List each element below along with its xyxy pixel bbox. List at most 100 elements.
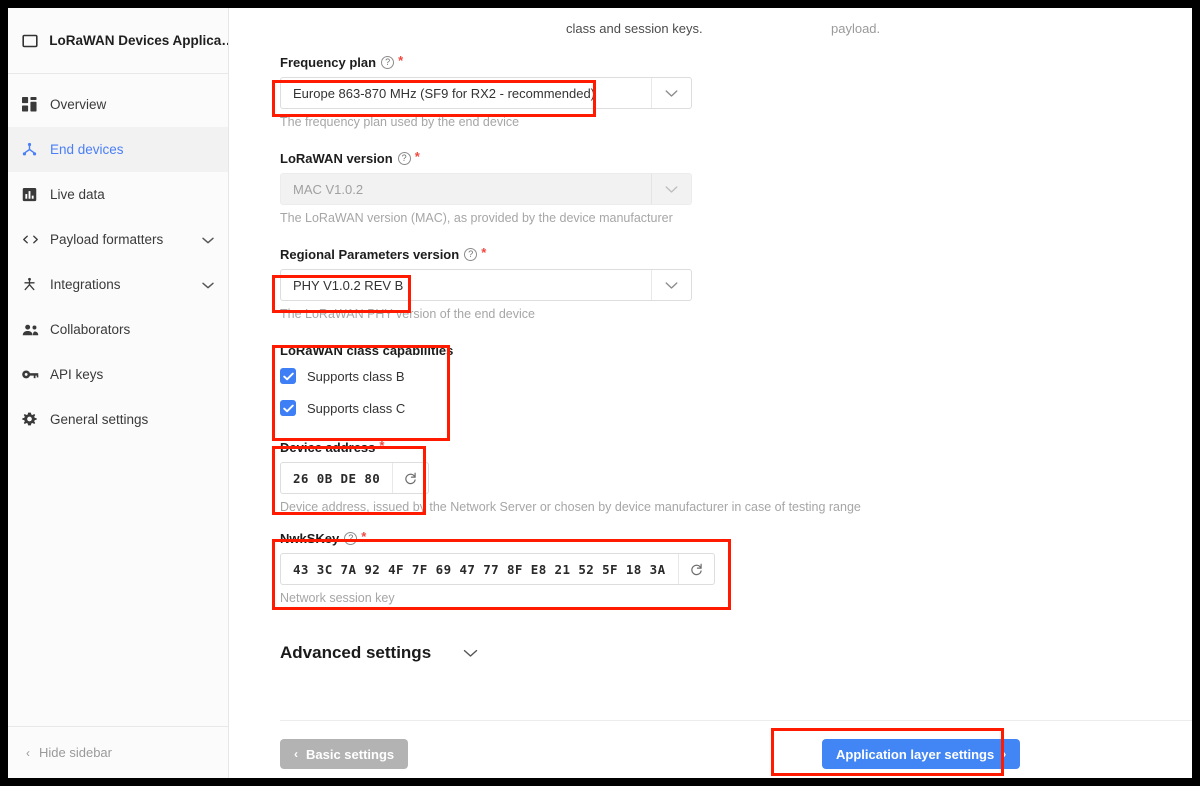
sidebar-item-label: Overview [50, 97, 107, 112]
refresh-icon[interactable] [677, 554, 714, 584]
application-header[interactable]: LoRaWAN Devices Applica… [8, 8, 228, 74]
frequency-plan-hint: The frequency plan used by the end devic… [280, 115, 520, 129]
chevron-right-icon: › [1002, 747, 1007, 761]
integrations-icon [22, 277, 46, 292]
frequency-plan-label: Frequency plan [280, 55, 377, 70]
class-capabilities-label-row: LoRaWAN class capabilities [280, 343, 980, 358]
lorawan-version-label: LoRaWAN version [280, 151, 393, 166]
device-address-input-group: 26 0B DE 80 [280, 462, 430, 494]
nwkskey-label: NwkSKey [280, 531, 340, 546]
required-marker: * [398, 53, 404, 68]
form-footer: ‹ Basic settings Application layer setti… [280, 720, 1192, 778]
required-marker: * [414, 149, 420, 164]
chevron-down-icon[interactable] [463, 648, 478, 658]
nwkskey-input-group: 43 3C 7A 92 4F 7F 69 47 77 8F E8 21 52 5… [280, 553, 715, 585]
device-address-input[interactable]: 26 0B DE 80 [281, 463, 392, 493]
advanced-settings-label: Advanced settings [280, 643, 432, 662]
checkbox-checked-icon [280, 368, 296, 384]
help-icon[interactable]: ? [464, 248, 478, 261]
lorawan-version-hint: The LoRaWAN version (MAC), as provided b… [280, 211, 673, 225]
frequency-plan-label-row: Frequency plan ? * [280, 53, 980, 70]
sidebar-item-integrations[interactable]: Integrations [8, 262, 228, 307]
refresh-icon[interactable] [392, 463, 428, 493]
sidebar-nav: Overview End devices Live data Payload f… [8, 74, 228, 442]
sidebar-item-collaborators[interactable]: Collaborators [8, 307, 228, 352]
bar-chart-icon [22, 187, 46, 202]
chevron-down-icon[interactable] [651, 270, 691, 300]
checkbox-label: Supports class B [307, 368, 405, 384]
device-address-label-row: Device address * [280, 438, 980, 455]
chevron-left-icon: ‹ [26, 745, 30, 760]
sidebar-item-payload-formatters[interactable]: Payload formatters [8, 217, 228, 262]
help-icon[interactable]: ? [344, 532, 358, 545]
nwkskey-hint: Network session key [280, 591, 395, 605]
regional-parameters-label: Regional Parameters version [280, 247, 460, 262]
checkbox-checked-icon [280, 400, 296, 416]
field-lorawan-version: LoRaWAN version ? * MAC V1.0.2 The LoRaW… [280, 149, 980, 225]
sidebar-item-label: End devices [50, 142, 124, 157]
sidebar-item-overview[interactable]: Overview [8, 82, 228, 127]
lorawan-version-value: MAC V1.0.2 [293, 181, 364, 197]
frequency-plan-value: Europe 863-870 MHz (SF9 for RX2 - recomm… [293, 85, 596, 101]
help-icon[interactable]: ? [397, 152, 411, 165]
application-layer-settings-label: Application layer settings [836, 746, 995, 762]
basic-settings-label: Basic settings [306, 746, 395, 762]
advanced-settings-toggle[interactable]: Advanced settings [280, 643, 980, 663]
class-capabilities-label: LoRaWAN class capabilities [280, 343, 454, 358]
nwkskey-label-row: NwkSKey ? * [280, 529, 980, 546]
app-window: LoRaWAN Devices Applica… Overview End de… [8, 8, 1192, 778]
main-content: class and session keys. payload. Frequen… [229, 8, 1192, 778]
hide-sidebar-label: Hide sidebar [39, 745, 112, 760]
sidebar-item-api-keys[interactable]: API keys [8, 352, 228, 397]
help-icon[interactable]: ? [381, 56, 395, 69]
key-icon [22, 368, 46, 381]
sidebar-item-label: General settings [50, 412, 149, 427]
device-address-label: Device address [280, 440, 376, 455]
people-icon [22, 323, 46, 337]
sidebar-item-label: Collaborators [50, 322, 131, 337]
sidebar-item-label: Live data [50, 187, 105, 202]
sidebar-item-end-devices[interactable]: End devices [8, 127, 228, 172]
sidebar-item-general-settings[interactable]: General settings [8, 397, 228, 442]
field-nwkskey: NwkSKey ? * 43 3C 7A 92 4F 7F 69 47 77 8… [280, 529, 980, 605]
required-marker: * [361, 529, 367, 544]
field-device-address: Device address * 26 0B DE 80 Device addr… [280, 438, 980, 514]
scrolled-text-left: class and session keys. [566, 21, 703, 36]
lorawan-version-label-row: LoRaWAN version ? * [280, 149, 980, 166]
scrolled-text-right: payload. [831, 21, 881, 36]
nwkskey-input[interactable]: 43 3C 7A 92 4F 7F 69 47 77 8F E8 21 52 5… [281, 554, 678, 584]
lorawan-version-select: MAC V1.0.2 [280, 173, 692, 205]
grid-icon [22, 97, 46, 112]
sidebar: LoRaWAN Devices Applica… Overview End de… [8, 8, 229, 778]
gear-icon [22, 412, 46, 427]
chevron-down-icon[interactable] [202, 277, 214, 292]
chevron-left-icon: ‹ [294, 747, 298, 761]
checkbox-supports-class-b[interactable]: Supports class B [280, 362, 980, 390]
frequency-plan-select[interactable]: Europe 863-870 MHz (SF9 for RX2 - recomm… [280, 77, 692, 109]
field-class-capabilities: LoRaWAN class capabilities Supports clas… [280, 343, 980, 422]
checkbox-label: Supports class C [307, 400, 406, 416]
application-title: LoRaWAN Devices Applica… [49, 33, 228, 48]
regional-parameters-select[interactable]: PHY V1.0.2 REV B [280, 269, 692, 301]
application-layer-settings-button[interactable]: Application layer settings › [822, 739, 1021, 769]
sidebar-item-label: API keys [50, 367, 104, 382]
sidebar-item-live-data[interactable]: Live data [8, 172, 228, 217]
device-tree-icon [22, 142, 46, 157]
required-marker: * [481, 245, 487, 260]
basic-settings-button[interactable]: ‹ Basic settings [280, 739, 409, 769]
device-address-hint: Device address, issued by the Network Se… [280, 500, 861, 514]
sidebar-item-label: Payload formatters [50, 232, 164, 247]
required-marker: * [379, 438, 385, 453]
hide-sidebar-button[interactable]: ‹ Hide sidebar [8, 726, 228, 778]
chevron-down-icon[interactable] [202, 232, 214, 247]
checkbox-supports-class-c[interactable]: Supports class C [280, 394, 980, 422]
end-device-network-layer-form: Frequency plan ? * Europe 863-870 MHz (S… [280, 53, 980, 663]
sidebar-item-label: Integrations [50, 277, 121, 292]
chevron-down-icon[interactable] [651, 78, 691, 108]
field-regional-parameters: Regional Parameters version ? * PHY V1.0… [280, 245, 980, 321]
regional-parameters-hint: The LoRaWAN PHY version of the end devic… [280, 307, 535, 321]
regional-parameters-label-row: Regional Parameters version ? * [280, 245, 980, 262]
window-icon [22, 33, 43, 49]
regional-parameters-value: PHY V1.0.2 REV B [293, 277, 404, 293]
code-icon [22, 232, 46, 247]
